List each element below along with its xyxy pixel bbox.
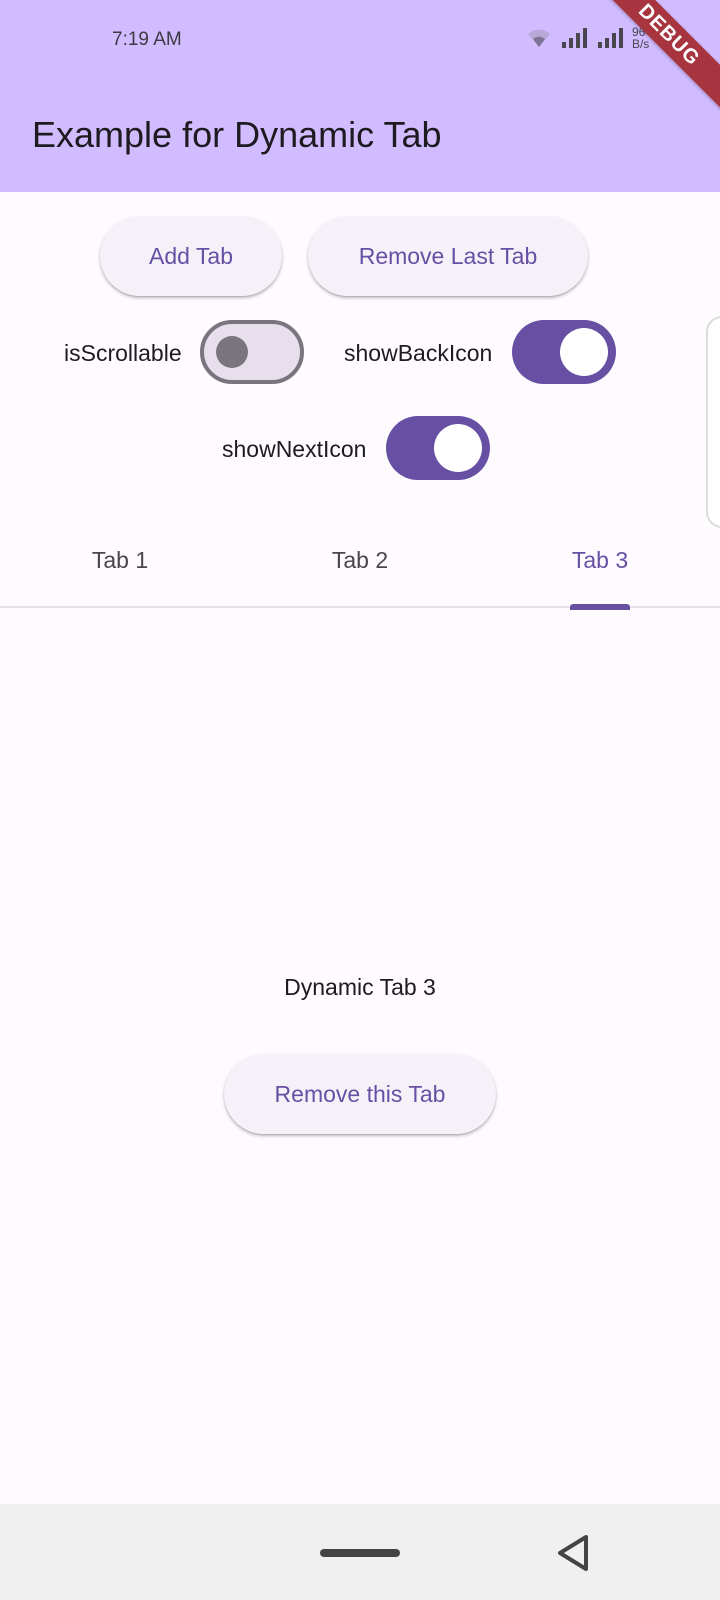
wifi-icon bbox=[527, 29, 550, 47]
home-handle[interactable] bbox=[320, 1549, 400, 1557]
status-bar: 7:19 AM 964 B/s bbox=[0, 0, 720, 84]
back-icon[interactable] bbox=[556, 1534, 590, 1572]
show-next-icon-label: showNextIcon bbox=[222, 436, 367, 462]
offscreen-card bbox=[706, 316, 720, 528]
tab-indicator bbox=[570, 604, 630, 610]
is-scrollable-label: isScrollable bbox=[64, 340, 182, 366]
navigation-bar bbox=[0, 1504, 720, 1600]
add-tab-button[interactable]: Add Tab bbox=[100, 216, 282, 296]
show-back-icon-label: showBackIcon bbox=[344, 340, 493, 366]
switch-knob bbox=[216, 336, 248, 368]
tab-label: Tab 1 bbox=[91, 546, 149, 573]
show-back-icon-switch[interactable] bbox=[512, 320, 616, 384]
show-next-icon-switch[interactable] bbox=[386, 416, 490, 480]
network-speed-unit: B/s bbox=[631, 37, 650, 51]
app-bar: Example for Dynamic Tab bbox=[0, 84, 720, 192]
status-time: 7:19 AM bbox=[112, 29, 182, 50]
is-scrollable-switch[interactable] bbox=[200, 320, 304, 384]
tab-3[interactable]: Tab 3 bbox=[480, 512, 720, 610]
tab-1[interactable]: Tab 1 bbox=[0, 512, 240, 608]
tab-label: Tab 3 bbox=[571, 546, 629, 573]
signal-icon-2 bbox=[597, 28, 623, 48]
switch-knob bbox=[560, 328, 608, 376]
tab-content-text: Dynamic Tab 3 bbox=[284, 974, 436, 1000]
app-title: Example for Dynamic Tab bbox=[32, 114, 442, 155]
tab-bar: Tab 1 Tab 2 Tab 3 bbox=[0, 512, 720, 610]
switch-knob bbox=[434, 424, 482, 472]
tab-label: Tab 2 bbox=[331, 546, 389, 573]
remove-this-tab-button[interactable]: Remove this Tab bbox=[224, 1054, 496, 1134]
tab-2[interactable]: Tab 2 bbox=[240, 512, 480, 608]
signal-icon bbox=[561, 28, 587, 48]
remove-last-tab-button[interactable]: Remove Last Tab bbox=[308, 216, 588, 296]
